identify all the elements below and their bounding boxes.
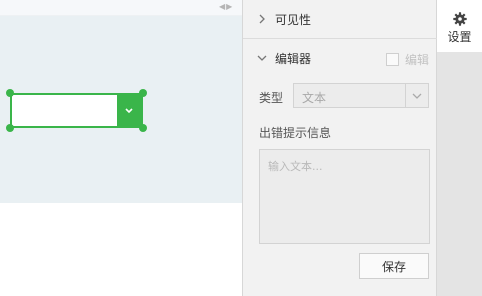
right-tab-bar: 设置 <box>437 0 482 296</box>
chevron-right-icon <box>257 14 267 24</box>
resize-handle-bottom-left[interactable] <box>6 124 14 132</box>
tab-settings[interactable]: 设置 <box>437 0 482 52</box>
type-label: 类型 <box>259 91 284 105</box>
gear-icon <box>452 12 467 26</box>
visibility-section-header[interactable]: 可见性 <box>243 0 437 38</box>
error-message-input[interactable]: 输入文本... <box>259 149 430 244</box>
widget-dropdown-button[interactable] <box>117 95 141 126</box>
editor-section-label: 编辑器 <box>275 51 312 66</box>
visibility-section-label: 可见性 <box>275 12 312 27</box>
canvas-top-strip: ◀▶ <box>0 0 242 16</box>
resize-handle-top-right[interactable] <box>139 89 147 97</box>
edit-checkbox-label: 编辑 <box>405 53 430 67</box>
checkbox-box[interactable] <box>386 53 399 66</box>
resize-handle-bottom-right[interactable] <box>139 124 147 132</box>
save-button[interactable]: 保存 <box>359 253 429 279</box>
chevron-down-icon[interactable] <box>411 90 423 102</box>
error-message-label: 出错提示信息 <box>259 126 332 140</box>
chevron-down-icon <box>125 107 133 113</box>
edit-checkbox[interactable]: 编辑 <box>386 51 429 68</box>
chevron-down-icon <box>257 53 267 63</box>
dropdown-widget[interactable] <box>10 93 143 128</box>
collapse-panel-icon[interactable]: ◀▶ <box>219 2 233 11</box>
error-message-placeholder: 输入文本... <box>268 160 323 173</box>
tab-settings-label: 设置 <box>447 30 472 44</box>
type-select[interactable]: 文本 <box>293 83 429 108</box>
type-select-value: 文本 <box>302 91 327 105</box>
select-separator <box>405 84 406 107</box>
properties-panel: 可见性 编辑器 编辑 类型 文本 出错提示信息 输入文本... 保存 <box>242 0 437 296</box>
resize-handle-top-left[interactable] <box>6 89 14 97</box>
